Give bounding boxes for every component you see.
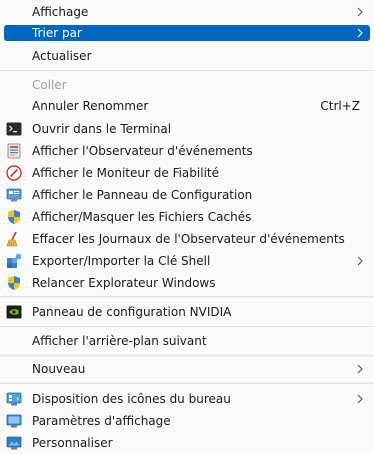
menu-item-panneau[interactable]: Afficher le Panneau de Configuration bbox=[0, 184, 374, 206]
menu-item-label: Effacer les Journaux de l'Observateur d'… bbox=[32, 232, 345, 246]
menu-item-relancer-explorateur[interactable]: Relancer Explorateur Windows bbox=[0, 272, 374, 294]
menu-item-annuler-renommer[interactable]: Annuler Renommer Ctrl+Z bbox=[0, 95, 374, 117]
menu-item-label: Affichage bbox=[32, 5, 89, 19]
menu-item-label: Afficher l'arrière-plan suivant bbox=[32, 334, 207, 348]
menu-item-label: Disposition des icônes du bureau bbox=[32, 392, 231, 406]
menu-item-label: Afficher/Masquer les Fichiers Cachés bbox=[32, 210, 252, 224]
menu-item-label: Trier par bbox=[32, 26, 82, 40]
shortcut-text: Ctrl+Z bbox=[320, 99, 360, 113]
menu-item-nouveau[interactable]: Nouveau bbox=[0, 358, 374, 380]
display-settings-icon bbox=[6, 413, 22, 429]
menu-item-moniteur[interactable]: Afficher le Moniteur de Fiabilité bbox=[0, 162, 374, 184]
terminal-icon bbox=[6, 121, 22, 137]
menu-item-effacer-journaux[interactable]: Effacer les Journaux de l'Observateur d'… bbox=[0, 228, 374, 250]
registry-icon bbox=[6, 253, 22, 269]
menu-item-label: Afficher le Panneau de Configuration bbox=[32, 188, 253, 202]
menu-item-parametres-affichage[interactable]: Paramètres d'affichage bbox=[0, 410, 374, 432]
menu-item-personnaliser[interactable]: Personnaliser bbox=[0, 432, 374, 454]
menu-item-nvidia[interactable]: Panneau de configuration NVIDIA bbox=[0, 301, 374, 323]
chevron-right-icon bbox=[354, 363, 366, 375]
menu-item-label: Coller bbox=[32, 78, 67, 92]
shield-icon bbox=[6, 209, 22, 225]
menu-item-actualiser[interactable]: Actualiser bbox=[0, 45, 374, 67]
menu-item-terminal[interactable]: Ouvrir dans le Terminal bbox=[0, 118, 374, 140]
menu-item-label: Personnaliser bbox=[32, 436, 113, 450]
chevron-right-icon bbox=[354, 255, 366, 267]
control-panel-icon bbox=[6, 187, 22, 203]
broom-icon bbox=[6, 231, 22, 247]
menu-item-label: Exporter/Importer la Clé Shell bbox=[32, 254, 211, 268]
menu-separator bbox=[0, 296, 374, 297]
reliability-monitor-icon bbox=[6, 165, 22, 181]
menu-item-exporter-cle[interactable]: Exporter/Importer la Clé Shell bbox=[0, 250, 374, 272]
menu-item-disposition-icones[interactable]: Disposition des icônes du bureau bbox=[0, 388, 374, 410]
personalize-icon bbox=[6, 435, 22, 451]
menu-item-affichage[interactable]: Affichage bbox=[0, 1, 374, 23]
menu-item-label: Relancer Explorateur Windows bbox=[32, 276, 216, 290]
desktop-icon-layout-icon bbox=[6, 391, 22, 407]
menu-item-trier-par[interactable]: Trier par bbox=[4, 25, 370, 41]
menu-separator bbox=[0, 355, 374, 356]
menu-item-label: Panneau de configuration NVIDIA bbox=[32, 305, 232, 319]
menu-separator bbox=[0, 383, 374, 384]
desktop-context-menu: Affichage Trier par Actualiser Coller An… bbox=[0, 0, 374, 454]
menu-item-coller: Coller bbox=[0, 74, 374, 96]
menu-item-observateur[interactable]: Afficher l'Observateur d'événements bbox=[0, 140, 374, 162]
menu-item-label: Ouvrir dans le Terminal bbox=[32, 122, 172, 136]
chevron-right-icon bbox=[354, 27, 366, 39]
shield-icon bbox=[6, 275, 22, 291]
event-viewer-icon bbox=[6, 143, 22, 159]
menu-item-fichiers-caches[interactable]: Afficher/Masquer les Fichiers Cachés bbox=[0, 206, 374, 228]
menu-separator bbox=[0, 70, 374, 71]
menu-item-label: Annuler Renommer bbox=[32, 99, 149, 113]
menu-item-label: Actualiser bbox=[32, 49, 92, 63]
nvidia-icon bbox=[6, 304, 22, 320]
chevron-right-icon bbox=[354, 393, 366, 405]
menu-item-label: Afficher le Moniteur de Fiabilité bbox=[32, 166, 219, 180]
menu-item-label: Nouveau bbox=[32, 362, 86, 376]
menu-separator bbox=[0, 326, 374, 327]
menu-item-label: Paramètres d'affichage bbox=[32, 414, 171, 428]
menu-item-label: Afficher l'Observateur d'événements bbox=[32, 144, 253, 158]
menu-item-arriere-plan[interactable]: Afficher l'arrière-plan suivant bbox=[0, 330, 374, 352]
chevron-right-icon bbox=[354, 6, 366, 18]
